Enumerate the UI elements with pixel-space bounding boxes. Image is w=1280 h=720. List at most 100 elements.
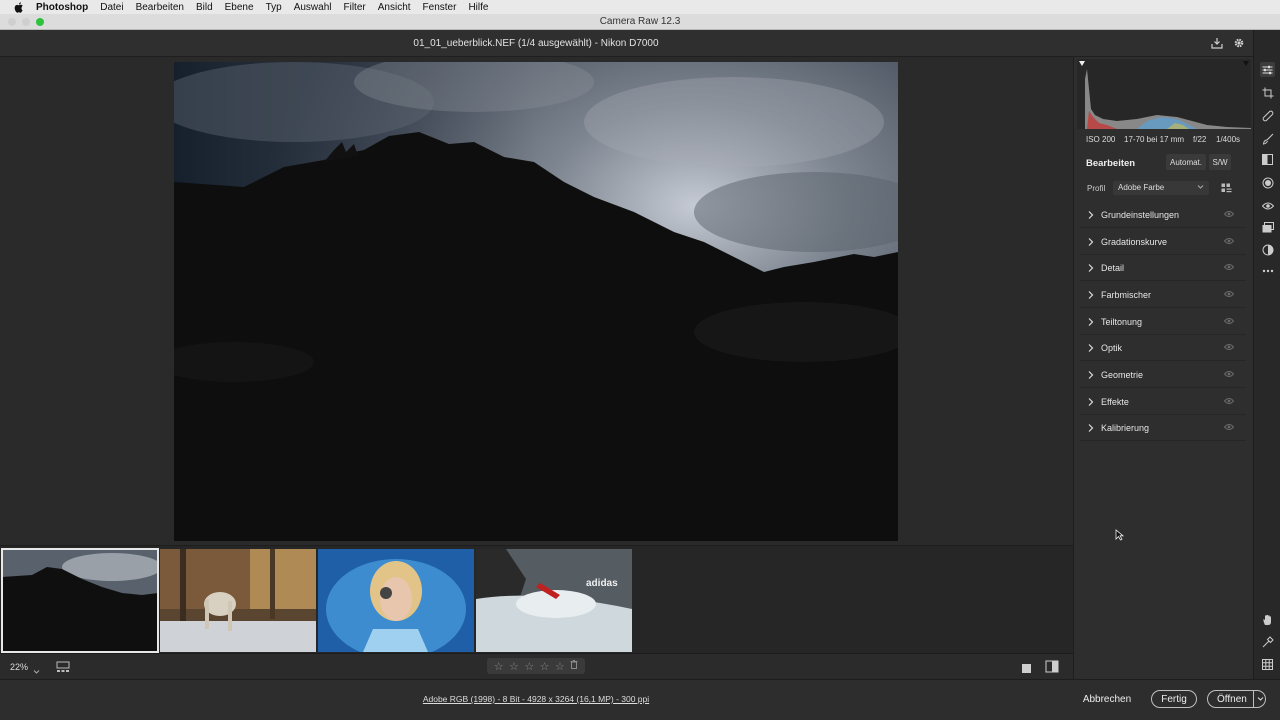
eye-icon[interactable]	[1223, 397, 1235, 407]
menu-ansicht[interactable]: Ansicht	[378, 2, 411, 13]
section-label: Detail	[1101, 263, 1125, 273]
gear-icon[interactable]	[1232, 36, 1246, 50]
menu-ebene[interactable]: Ebene	[225, 2, 254, 13]
star-4-icon[interactable]: ☆	[540, 660, 550, 673]
menu-datei[interactable]: Datei	[100, 2, 123, 13]
menu-bar: Photoshop Datei Bearbeiten Bild Ebene Ty…	[0, 0, 1280, 14]
menu-typ[interactable]: Typ	[266, 2, 282, 13]
document-title: 01_01_ueberblick.NEF (1/4 ausgewählt) - …	[413, 38, 659, 49]
section-teiltonung[interactable]: Teiltonung	[1080, 309, 1246, 335]
edit-header: Bearbeiten Automat. S/W	[1074, 153, 1254, 175]
image-preview-area[interactable]	[0, 57, 1073, 545]
chevron-right-icon	[1088, 237, 1096, 247]
filmstrip-toggle-icon[interactable]	[56, 660, 70, 678]
exif-shutter: 1/400s	[1216, 135, 1241, 144]
eye-icon[interactable]	[1223, 290, 1235, 300]
document-header: 01_01_ueberblick.NEF (1/4 ausgewählt) - …	[0, 30, 1280, 57]
exif-iso: ISO 200	[1086, 135, 1116, 144]
presets-icon[interactable]	[1260, 242, 1275, 257]
section-optik[interactable]: Optik	[1080, 335, 1246, 361]
brush-icon[interactable]	[1260, 131, 1275, 146]
section-label: Gradationskurve	[1101, 237, 1168, 247]
eye-icon[interactable]	[1223, 210, 1235, 220]
done-button[interactable]: Fertig	[1151, 690, 1197, 708]
profile-value: Adobe Farbe	[1118, 183, 1165, 192]
section-kalibrierung[interactable]: Kalibrierung	[1080, 415, 1246, 441]
section-label: Optik	[1101, 343, 1123, 353]
section-label: Grundeinstellungen	[1101, 210, 1180, 220]
thumb-logo-text: adidas	[586, 578, 618, 589]
filmstrip-thumb-dog[interactable]	[160, 549, 316, 652]
menu-filter[interactable]: Filter	[344, 2, 366, 13]
cancel-button[interactable]: Abbrechen	[1078, 690, 1136, 708]
edit-sliders-icon[interactable]	[1260, 62, 1275, 77]
auto-button[interactable]: Automat.	[1166, 154, 1206, 170]
eye-icon[interactable]	[1223, 370, 1235, 380]
save-image-icon[interactable]	[1210, 36, 1224, 50]
section-label: Effekte	[1101, 397, 1129, 407]
chevron-right-icon	[1088, 397, 1096, 407]
chevron-right-icon	[1088, 370, 1096, 380]
exif-lens: 17-70 bei 17 mm	[1124, 135, 1185, 144]
filmstrip-thumb-mountain[interactable]	[1, 548, 159, 653]
trash-icon[interactable]	[570, 660, 578, 672]
eye-icon[interactable]	[1223, 263, 1235, 273]
color-sampler-icon[interactable]	[1260, 634, 1275, 649]
menu-bild[interactable]: Bild	[196, 2, 213, 13]
star-2-icon[interactable]: ☆	[509, 660, 519, 673]
menu-hilfe[interactable]: Hilfe	[468, 2, 488, 13]
graduated-filter-icon[interactable]	[1260, 152, 1275, 167]
preview-photo[interactable]	[174, 62, 898, 541]
snapshots-icon[interactable]	[1260, 220, 1275, 235]
eye-icon[interactable]	[1223, 237, 1235, 247]
filmstrip: adidas	[0, 545, 1073, 653]
section-gradationskurve[interactable]: Gradationskurve	[1080, 229, 1246, 255]
single-view-icon[interactable]	[1021, 661, 1032, 679]
grid-overlay-icon[interactable]	[1260, 657, 1275, 672]
radial-filter-icon[interactable]	[1260, 175, 1275, 190]
exif-aperture: f/22	[1193, 135, 1207, 144]
chevron-down-icon[interactable]	[33, 662, 40, 680]
eye-icon[interactable]	[1223, 317, 1235, 327]
workflow-options-link[interactable]: Adobe RGB (1998) - 8 Bit - 4928 x 3264 (…	[0, 694, 1072, 704]
section-effekte[interactable]: Effekte	[1080, 389, 1246, 415]
more-options-icon[interactable]	[1260, 263, 1275, 278]
rating-stars: ☆ ☆ ☆ ☆ ☆	[487, 658, 585, 674]
hand-icon[interactable]	[1260, 612, 1275, 627]
filmstrip-thumb-portrait[interactable]	[318, 549, 474, 652]
menu-auswahl[interactable]: Auswahl	[294, 2, 332, 13]
chevron-right-icon	[1088, 423, 1096, 433]
eye-icon[interactable]	[1223, 343, 1235, 353]
section-farbmischer[interactable]: Farbmischer	[1080, 282, 1246, 308]
healing-icon[interactable]	[1260, 108, 1275, 123]
zoom-level[interactable]: 22%	[10, 662, 28, 672]
tool-column	[1253, 30, 1280, 679]
black-white-button[interactable]: S/W	[1209, 154, 1231, 170]
profile-browser-icon[interactable]	[1221, 183, 1232, 195]
menu-bearbeiten[interactable]: Bearbeiten	[136, 2, 184, 13]
filmstrip-thumb-kayak[interactable]: adidas	[476, 549, 632, 652]
section-label: Geometrie	[1101, 370, 1144, 380]
open-button[interactable]: Öffnen	[1207, 690, 1266, 708]
section-detail[interactable]: Detail	[1080, 255, 1246, 281]
crop-icon[interactable]	[1260, 85, 1275, 100]
star-3-icon[interactable]: ☆	[524, 660, 534, 673]
profile-row: Profil Adobe Farbe	[1074, 181, 1254, 197]
eye-icon[interactable]	[1223, 423, 1235, 433]
chevron-right-icon	[1088, 263, 1096, 273]
red-eye-icon[interactable]	[1260, 198, 1275, 213]
edit-panel: ISO 200 17-70 bei 17 mm f/22 1/400s Bear…	[1073, 57, 1253, 679]
apple-icon[interactable]	[12, 0, 26, 14]
footer-bar: Adobe RGB (1998) - 8 Bit - 4928 x 3264 (…	[0, 679, 1280, 720]
section-geometrie[interactable]: Geometrie	[1080, 362, 1246, 388]
star-1-icon[interactable]: ☆	[494, 660, 504, 673]
open-options-chevron-icon[interactable]	[1253, 691, 1266, 707]
menu-fenster[interactable]: Fenster	[423, 2, 457, 13]
bottom-toolbar: 22% ☆ ☆ ☆ ☆ ☆	[0, 653, 1073, 679]
chevron-down-icon	[1197, 181, 1204, 195]
before-after-icon[interactable]	[1045, 660, 1059, 678]
menu-photoshop[interactable]: Photoshop	[36, 2, 88, 13]
section-grundeinstellungen[interactable]: Grundeinstellungen	[1080, 202, 1246, 228]
star-5-icon[interactable]: ☆	[555, 660, 565, 673]
profile-select[interactable]: Adobe Farbe	[1113, 181, 1209, 195]
